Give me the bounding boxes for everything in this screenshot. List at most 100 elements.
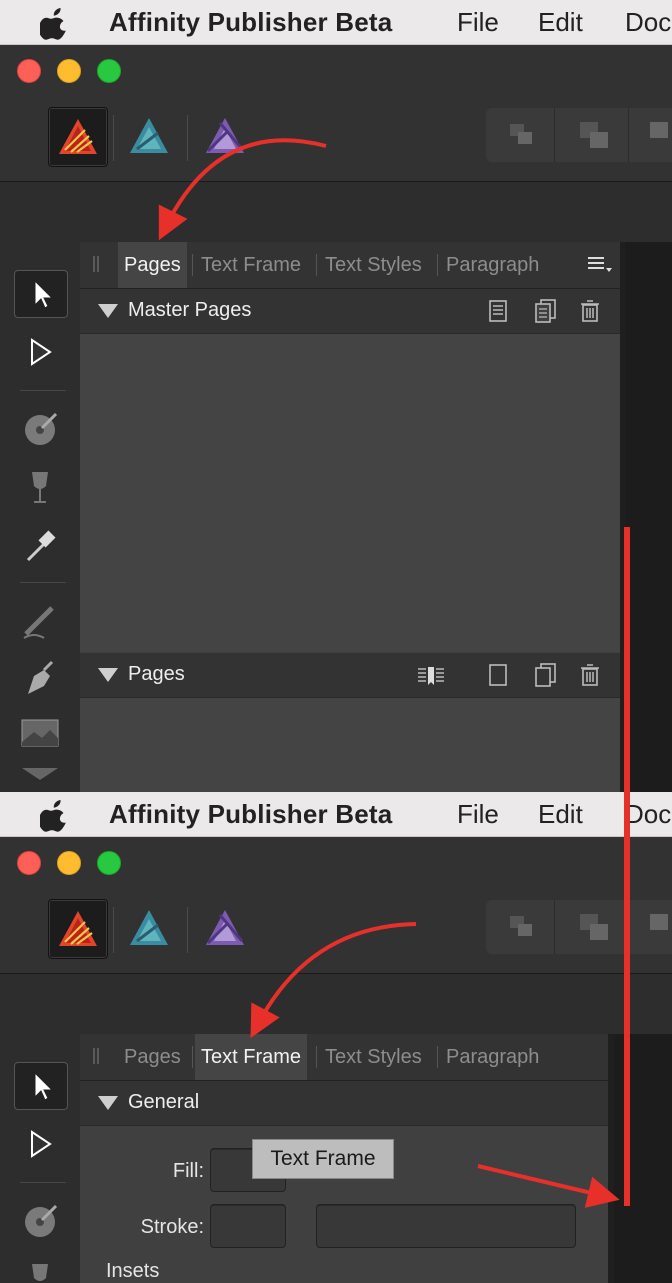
collapse-triangle-icon[interactable] (98, 304, 118, 318)
insets-label: Insets (106, 1260, 160, 1282)
document-canvas[interactable] (608, 1034, 672, 1283)
publisher-persona-button[interactable] (48, 107, 108, 167)
tools-separator (20, 1182, 66, 1183)
trash-icon[interactable] (578, 663, 602, 687)
menu-edit[interactable]: Edit (538, 799, 583, 830)
general-section-header[interactable]: General (80, 1081, 608, 1126)
panel-drag-handle[interactable] (93, 256, 99, 272)
pages-section-header[interactable]: Pages (80, 653, 620, 698)
menu-document[interactable]: Doc (625, 7, 671, 38)
tab-paragraph[interactable]: Paragraph (440, 242, 545, 288)
persona-separator (187, 115, 188, 161)
minimize-window-button[interactable] (57, 851, 81, 875)
master-pages-section-header[interactable]: Master Pages (80, 289, 620, 334)
pencil-tool-button[interactable] (14, 598, 66, 644)
zoom-window-button[interactable] (97, 851, 121, 875)
minimize-window-button[interactable] (57, 59, 81, 83)
app-name-menu[interactable]: Affinity Publisher Beta (109, 799, 392, 830)
document-canvas[interactable] (620, 242, 672, 792)
close-window-button[interactable] (17, 851, 41, 875)
photo-persona-button[interactable] (196, 107, 254, 165)
insert-pages-icon[interactable] (416, 663, 446, 687)
menu-file[interactable]: File (457, 799, 499, 830)
tab-text-styles[interactable]: Text Styles (319, 1034, 428, 1080)
tab-text-styles[interactable]: Text Styles (319, 242, 428, 288)
menu-bar: Affinity Publisher Beta File Edit Doc (0, 0, 672, 45)
tab-text-frame[interactable]: Text Frame (195, 242, 307, 288)
publisher-persona-button[interactable] (48, 899, 108, 959)
context-toolbar (0, 974, 672, 1034)
tab-pages[interactable]: Pages (118, 1034, 187, 1080)
colour-picker-tool-button[interactable] (14, 406, 66, 452)
arrange-toolbar-group (486, 900, 672, 954)
panel-menu-icon[interactable] (586, 254, 614, 274)
transparency-tool-button[interactable] (14, 464, 66, 510)
move-tool-icon (34, 1071, 54, 1101)
studio-tab-bar: Pages Text Frame Text Styles Paragraph (80, 242, 620, 289)
arrange-back-button[interactable] (486, 108, 555, 162)
move-tool-button[interactable] (14, 1062, 68, 1110)
stroke-label: Stroke: (140, 1216, 204, 1238)
tab-paragraph[interactable]: Paragraph (440, 1034, 545, 1080)
designer-persona-button[interactable] (120, 899, 178, 957)
page-icon[interactable] (486, 663, 510, 687)
move-tool-button[interactable] (14, 270, 68, 318)
collapse-triangle-icon[interactable] (98, 1096, 118, 1110)
tab-pages[interactable]: Pages (118, 242, 187, 288)
tab-tooltip: Text Frame (252, 1139, 394, 1179)
colour-picker-tool-button[interactable] (14, 1198, 66, 1244)
studio-tab-bar: Pages Text Frame Text Styles Paragraph (80, 1034, 608, 1081)
arrange-backward-icon (580, 914, 608, 940)
pages-studio-panel: Pages Text Frame Text Styles Paragraph M… (80, 242, 620, 792)
node-tool-button[interactable] (14, 330, 66, 376)
triangle-shape-icon (22, 768, 58, 780)
canvas-area (625, 242, 672, 792)
eyedropper-tool-button[interactable] (14, 522, 66, 568)
section-label: General (128, 1091, 200, 1113)
apple-icon[interactable] (40, 798, 70, 832)
persona-separator (187, 907, 188, 953)
wine-glass-icon (32, 1264, 48, 1281)
arrange-back-button[interactable] (486, 900, 555, 954)
canvas-area (614, 1034, 672, 1283)
context-toolbar (0, 182, 672, 242)
collapse-triangle-icon[interactable] (98, 668, 118, 682)
app-window: Pages Text Frame Text Styles Paragraph G… (0, 837, 672, 1283)
screenshot-after: Affinity Publisher Beta File Edit Doc Pa… (0, 792, 672, 1283)
node-tool-button[interactable] (14, 1122, 66, 1168)
duplicate-page-icon[interactable] (533, 299, 557, 323)
menu-document[interactable]: Doc (625, 799, 671, 830)
publisher-persona-icon (59, 911, 97, 946)
node-tool-icon (31, 1130, 52, 1158)
zoom-window-button[interactable] (97, 59, 121, 83)
designer-persona-button[interactable] (120, 107, 178, 165)
pen-tool-button[interactable] (14, 654, 66, 700)
trash-icon[interactable] (578, 299, 602, 323)
tools-panel (0, 242, 80, 792)
arrange-backward-button[interactable] (560, 108, 629, 162)
app-name-menu[interactable]: Affinity Publisher Beta (109, 7, 392, 38)
arrange-forward-button[interactable] (632, 900, 672, 954)
stroke-width-field[interactable] (316, 1204, 576, 1248)
tab-separator (316, 1046, 317, 1068)
apple-icon[interactable] (40, 6, 70, 40)
transparency-tool-button[interactable] (14, 1256, 66, 1283)
duplicate-page-icon[interactable] (533, 663, 557, 687)
pages-list (80, 698, 620, 792)
stroke-swatch[interactable] (210, 1204, 286, 1248)
menu-file[interactable]: File (457, 7, 499, 38)
arrange-forward-icon (650, 122, 668, 138)
close-window-button[interactable] (17, 59, 41, 83)
picture-frame-tool-button[interactable] (14, 710, 66, 756)
shape-tool-button[interactable] (14, 766, 66, 792)
arrange-forward-button[interactable] (632, 108, 672, 162)
menu-edit[interactable]: Edit (538, 7, 583, 38)
photo-persona-button[interactable] (196, 899, 254, 957)
tab-text-frame[interactable]: Text Frame (195, 1034, 308, 1080)
arrange-backward-button[interactable] (560, 900, 629, 954)
arrange-forward-icon (650, 914, 668, 930)
photo-persona-icon (206, 910, 244, 945)
title-bar (0, 45, 672, 182)
panel-drag-handle[interactable] (93, 1048, 99, 1064)
page-icon[interactable] (486, 299, 510, 323)
